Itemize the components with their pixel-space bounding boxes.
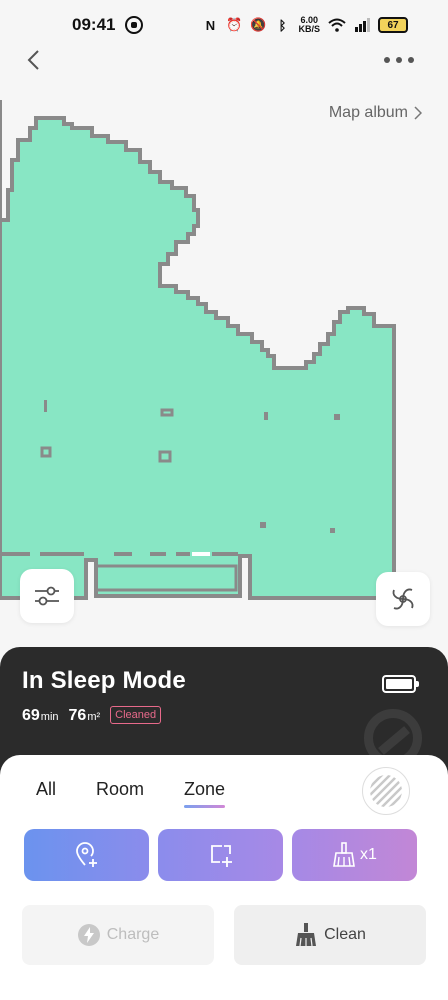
repeat-count: x1 (360, 846, 377, 863)
robot-stats: 69min 76m² Cleaned (22, 706, 426, 726)
location-pin-icon (75, 842, 97, 867)
map-settings-button[interactable] (20, 569, 74, 623)
fan-icon (392, 588, 414, 610)
add-zone-icon (210, 845, 232, 867)
suction-power-button[interactable] (376, 572, 430, 626)
more-dots-icon (384, 57, 390, 63)
tab-all[interactable]: All (36, 779, 56, 800)
back-button[interactable] (20, 46, 48, 74)
cleaning-map[interactable] (0, 0, 448, 660)
clean-area: 76m² (69, 707, 101, 725)
clean-area-value: 76 (68, 707, 87, 724)
control-sheet: All Room Zone x1 Charge Clean (0, 755, 448, 1000)
broom-icon (333, 842, 355, 867)
hatch-pattern-button[interactable] (362, 767, 410, 815)
clean-repeat-button[interactable]: x1 (292, 829, 417, 881)
battery-icon (382, 675, 419, 693)
mode-tabs: All Room Zone (36, 779, 226, 808)
charge-button[interactable]: Charge (22, 905, 214, 965)
more-dots-icon (408, 57, 414, 63)
chevron-left-icon (27, 50, 39, 70)
map-album-link[interactable]: Map album (329, 104, 422, 122)
robot-state: In Sleep Mode (22, 667, 186, 694)
pin-point-button[interactable] (24, 829, 149, 881)
robot-battery-fill (386, 679, 412, 689)
clean-duration: 69min (22, 707, 59, 725)
clean-area-unit: m² (87, 711, 101, 723)
map-door-gap (192, 552, 210, 556)
chevron-right-icon (414, 106, 422, 120)
more-button[interactable] (384, 50, 414, 70)
more-dots-icon (396, 57, 402, 63)
clean-duration-unit: min (40, 711, 59, 723)
status-badge: Cleaned (110, 706, 162, 724)
map-album-label: Map album (328, 104, 408, 121)
clean-button[interactable]: Clean (234, 905, 426, 965)
tab-zone[interactable]: Zone (184, 779, 226, 808)
clean-label: Clean (324, 926, 366, 943)
add-zone-button[interactable] (158, 829, 283, 881)
sliders-icon (35, 586, 59, 606)
zone-tools-row: x1 (24, 829, 417, 881)
lightning-icon (77, 924, 100, 946)
charge-label: Charge (106, 926, 160, 943)
action-row: Charge Clean (22, 905, 426, 965)
hatch-pattern-icon (370, 775, 402, 807)
clean-duration-value: 69 (22, 707, 40, 724)
map-area (0, 100, 396, 600)
broom-icon (296, 923, 317, 947)
tab-room[interactable]: Room (96, 779, 144, 800)
